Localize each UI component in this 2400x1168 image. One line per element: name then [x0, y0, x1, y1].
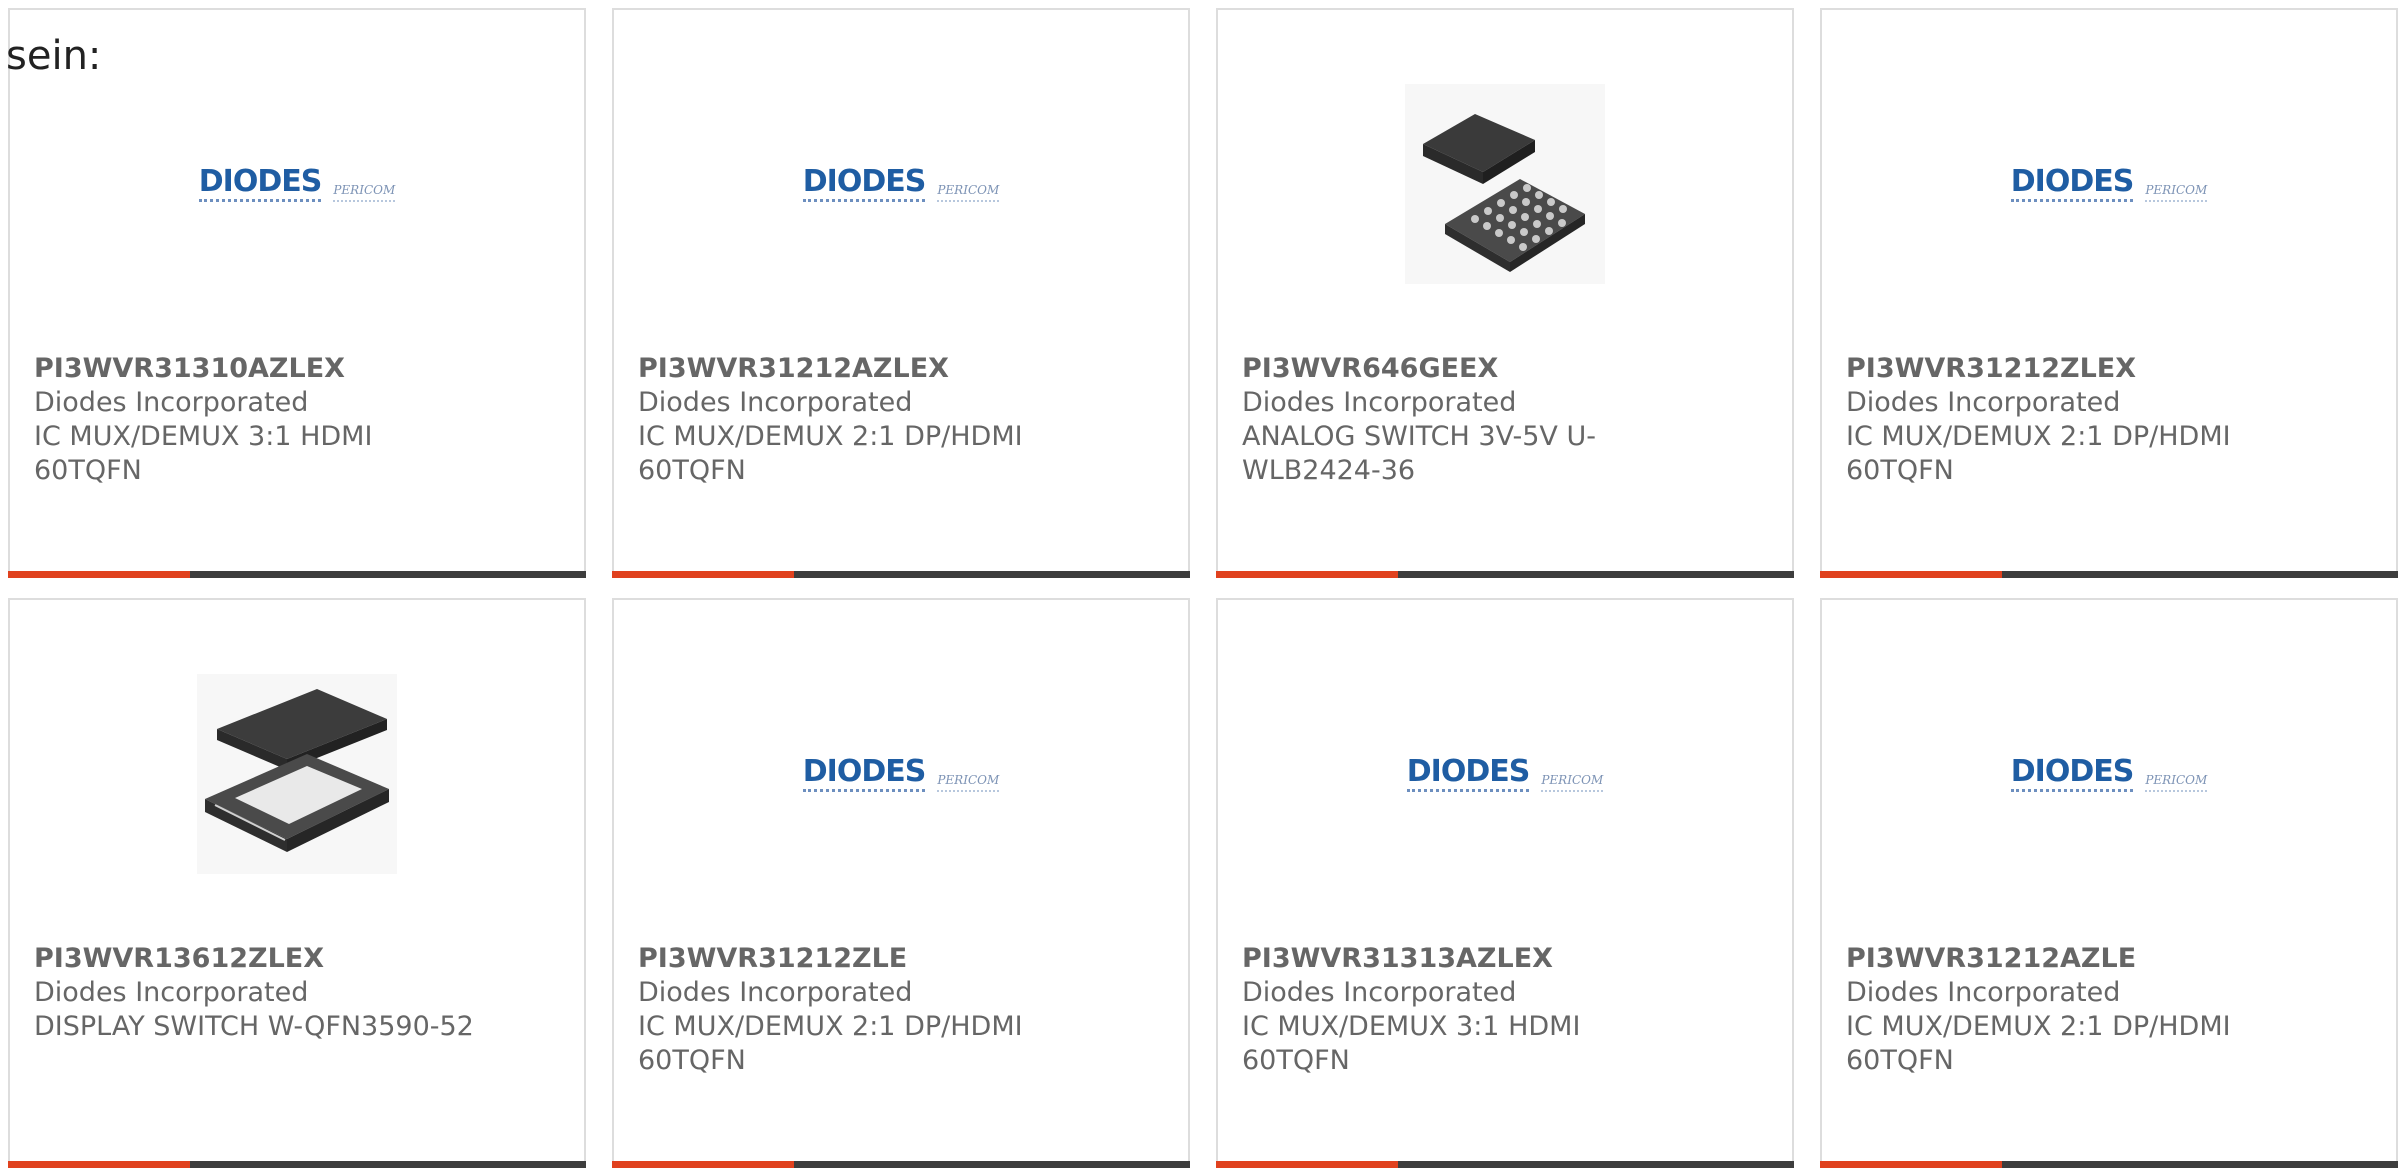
- description-line: ANALOG SWITCH 3V-5V U-: [1242, 421, 1596, 452]
- card-bar-accent: [8, 1161, 190, 1168]
- manufacturer: Diodes Incorporated: [1242, 977, 1517, 1008]
- description-line: IC MUX/DEMUX 3:1 HDMI: [34, 421, 373, 452]
- card-bar: [8, 1161, 586, 1168]
- manufacturer: Diodes Incorporated: [638, 387, 913, 418]
- product-image[interactable]: [167, 644, 427, 904]
- description-line: IC MUX/DEMUX 2:1 DP/HDMI: [1846, 421, 2231, 452]
- product-card[interactable]: DIODES PERICOM PI3WVR31313AZLEX Diodes I…: [1216, 598, 1794, 1168]
- product-card[interactable]: PI3WVR646GEEX Diodes Incorporated ANALOG…: [1216, 8, 1794, 578]
- manufacturer: Diodes Incorporated: [638, 977, 913, 1008]
- part-number[interactable]: PI3WVR31212AZLE: [1846, 942, 2372, 976]
- diodes-logo: DIODES PERICOM: [802, 166, 1000, 202]
- product-card[interactable]: DIODES PERICOM PI3WVR31310AZLEX Diodes I…: [8, 8, 586, 578]
- product-image[interactable]: DIODES PERICOM: [771, 644, 1031, 904]
- description-line: 60TQFN: [34, 455, 142, 486]
- product-grid: DIODES PERICOM PI3WVR31310AZLEX Diodes I…: [8, 8, 2398, 1168]
- manufacturer: Diodes Incorporated: [34, 977, 309, 1008]
- card-bar: [1216, 571, 1794, 578]
- description-line: 60TQFN: [1242, 1045, 1350, 1076]
- part-number[interactable]: PI3WVR646GEEX: [1242, 352, 1768, 386]
- card-bar-accent: [8, 571, 190, 578]
- product-image[interactable]: DIODES PERICOM: [1979, 644, 2239, 904]
- description-line: IC MUX/DEMUX 2:1 DP/HDMI: [638, 421, 1023, 452]
- part-number[interactable]: PI3WVR31212AZLEX: [638, 352, 1164, 386]
- part-number[interactable]: PI3WVR31212ZLEX: [1846, 352, 2372, 386]
- card-bar-accent: [612, 1161, 794, 1168]
- part-number[interactable]: PI3WVR13612ZLEX: [34, 942, 560, 976]
- description-line: 60TQFN: [638, 1045, 746, 1076]
- manufacturer: Diodes Incorporated: [1242, 387, 1517, 418]
- diodes-logo: DIODES PERICOM: [2010, 166, 2208, 202]
- card-bar-accent: [612, 571, 794, 578]
- product-image[interactable]: DIODES PERICOM: [167, 54, 427, 314]
- product-image[interactable]: DIODES PERICOM: [771, 54, 1031, 314]
- manufacturer: Diodes Incorporated: [1846, 977, 2121, 1008]
- card-bar-accent: [1820, 1161, 2002, 1168]
- product-card[interactable]: DIODES PERICOM PI3WVR31212AZLEX Diodes I…: [612, 8, 1190, 578]
- diodes-logo: DIODES PERICOM: [198, 166, 396, 202]
- card-bar: [8, 571, 586, 578]
- description-line: DISPLAY SWITCH W-QFN3590-52: [34, 1011, 474, 1042]
- product-image[interactable]: DIODES PERICOM: [1979, 54, 2239, 314]
- intro-text: sein:: [6, 33, 102, 79]
- diodes-logo: DIODES PERICOM: [1406, 756, 1604, 792]
- diodes-logo: DIODES PERICOM: [2010, 756, 2208, 792]
- card-bar-accent: [1216, 571, 1398, 578]
- card-bar-accent: [1216, 1161, 1398, 1168]
- card-bar: [612, 571, 1190, 578]
- card-bar: [1216, 1161, 1794, 1168]
- card-bar: [1820, 571, 2398, 578]
- qfn-chip-icon: [197, 674, 397, 874]
- description-line: IC MUX/DEMUX 2:1 DP/HDMI: [638, 1011, 1023, 1042]
- description-line: IC MUX/DEMUX 2:1 DP/HDMI: [1846, 1011, 2231, 1042]
- card-bar: [612, 1161, 1190, 1168]
- part-number[interactable]: PI3WVR31313AZLEX: [1242, 942, 1768, 976]
- product-card[interactable]: DIODES PERICOM PI3WVR31212AZLE Diodes In…: [1820, 598, 2398, 1168]
- manufacturer: Diodes Incorporated: [34, 387, 309, 418]
- description-line: 60TQFN: [1846, 1045, 1954, 1076]
- description-line: WLB2424-36: [1242, 455, 1416, 486]
- description-line: 60TQFN: [638, 455, 746, 486]
- description-line: IC MUX/DEMUX 3:1 HDMI: [1242, 1011, 1581, 1042]
- diodes-logo: DIODES PERICOM: [802, 756, 1000, 792]
- product-card[interactable]: DIODES PERICOM PI3WVR31212ZLEX Diodes In…: [1820, 8, 2398, 578]
- manufacturer: Diodes Incorporated: [1846, 387, 2121, 418]
- bga-chip-icon: [1405, 84, 1605, 284]
- product-image[interactable]: DIODES PERICOM: [1375, 644, 1635, 904]
- card-bar: [1820, 1161, 2398, 1168]
- description-line: 60TQFN: [1846, 455, 1954, 486]
- part-number[interactable]: PI3WVR31310AZLEX: [34, 352, 560, 386]
- product-card[interactable]: DIODES PERICOM PI3WVR31212ZLE Diodes Inc…: [612, 598, 1190, 1168]
- card-bar-accent: [1820, 571, 2002, 578]
- product-card[interactable]: PI3WVR13612ZLEX Diodes Incorporated DISP…: [8, 598, 586, 1168]
- product-image[interactable]: [1375, 54, 1635, 314]
- part-number[interactable]: PI3WVR31212ZLE: [638, 942, 1164, 976]
